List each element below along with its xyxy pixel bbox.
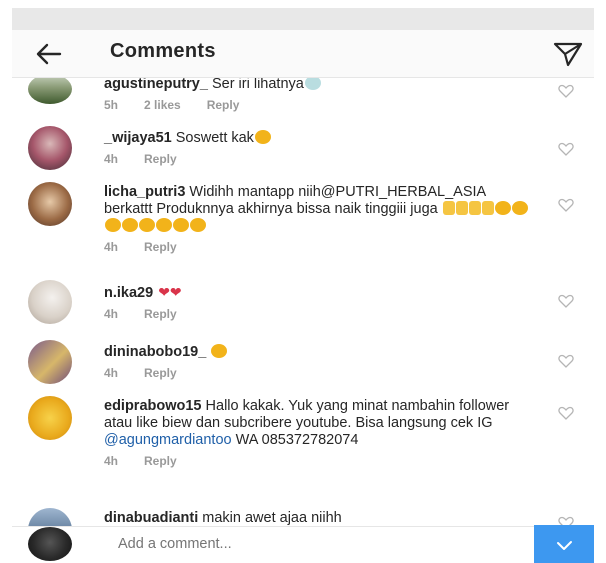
reply-button[interactable]: Reply xyxy=(144,454,177,468)
comment-text: Ser iri lihatnya xyxy=(207,78,304,92)
like-heart-icon[interactable] xyxy=(558,84,574,98)
comment-text: makin awet ajaa niihh xyxy=(198,510,342,526)
current-user-avatar xyxy=(28,527,72,561)
avatar[interactable] xyxy=(28,182,72,226)
comment-time: 4h xyxy=(104,307,119,321)
comment-composer xyxy=(12,525,594,563)
comment-text: Soswett kak xyxy=(171,130,254,146)
comment-username[interactable]: agustineputry_ xyxy=(104,78,208,92)
avatar[interactable] xyxy=(28,396,72,440)
reply-button[interactable]: Reply xyxy=(144,152,177,166)
avatar[interactable] xyxy=(28,280,72,324)
comment-likes[interactable]: 2 likes xyxy=(144,98,181,112)
reply-button[interactable]: Reply xyxy=(144,307,177,321)
comment-time: 4h xyxy=(104,366,119,380)
checkmark-icon xyxy=(557,541,572,550)
comment-username[interactable]: n.ika29 xyxy=(104,285,153,301)
comment-meta: 4h Reply xyxy=(104,151,534,168)
like-heart-icon[interactable] xyxy=(558,142,574,156)
emoji-icon xyxy=(254,130,271,144)
post-comment-button[interactable] xyxy=(534,525,594,563)
emoji-icon xyxy=(211,344,228,358)
status-bar xyxy=(12,8,594,30)
comment-meta: 5h 2 likes Reply xyxy=(104,97,534,114)
comment-text-tail: WA 085372782074 xyxy=(231,432,359,448)
comment-time: 5h xyxy=(104,98,119,112)
comment-input[interactable] xyxy=(118,536,498,552)
avatar[interactable] xyxy=(28,508,72,528)
page-title: Comments xyxy=(110,40,216,62)
comment-text xyxy=(153,285,157,301)
reply-button[interactable]: Reply xyxy=(144,366,177,380)
comment-time: 4h xyxy=(104,454,119,468)
comment-username[interactable]: dinabuadianti xyxy=(104,510,198,526)
like-heart-icon[interactable] xyxy=(558,406,574,420)
like-heart-icon[interactable] xyxy=(558,198,574,212)
comment-username[interactable]: licha_putri3 xyxy=(104,184,185,200)
comment-mention-link[interactable]: @agungmardiantoo xyxy=(104,432,232,448)
comments-list[interactable]: agustineputry_ Ser iri lihatnya 5h 2 like… xyxy=(12,78,594,528)
like-heart-icon[interactable] xyxy=(558,294,574,308)
emoji-icon xyxy=(304,78,321,90)
comment-username[interactable]: dininabobo19_ xyxy=(104,344,206,360)
comment-time: 4h xyxy=(104,240,119,254)
comment-meta: 4h Reply xyxy=(104,306,534,323)
comment-meta: 4h Reply xyxy=(104,365,534,382)
avatar[interactable] xyxy=(28,78,72,104)
reply-button[interactable]: Reply xyxy=(144,240,177,254)
header: Comments xyxy=(12,30,594,78)
comment-meta: 4h Reply xyxy=(104,239,534,256)
comment-text xyxy=(206,344,210,360)
like-heart-icon[interactable] xyxy=(558,354,574,368)
reply-button[interactable]: Reply xyxy=(207,98,240,112)
avatar[interactable] xyxy=(28,340,72,384)
heart-emoji-icon: ❤❤ xyxy=(158,284,182,300)
comment-username[interactable]: _wijaya51 xyxy=(104,130,172,146)
direct-share-icon[interactable] xyxy=(552,40,584,68)
back-arrow-icon[interactable] xyxy=(34,40,64,68)
avatar[interactable] xyxy=(28,126,72,170)
comment-username[interactable]: ediprabowo15 xyxy=(104,398,202,414)
comment-time: 4h xyxy=(104,152,119,166)
comment-meta: 4h Reply xyxy=(104,453,534,470)
